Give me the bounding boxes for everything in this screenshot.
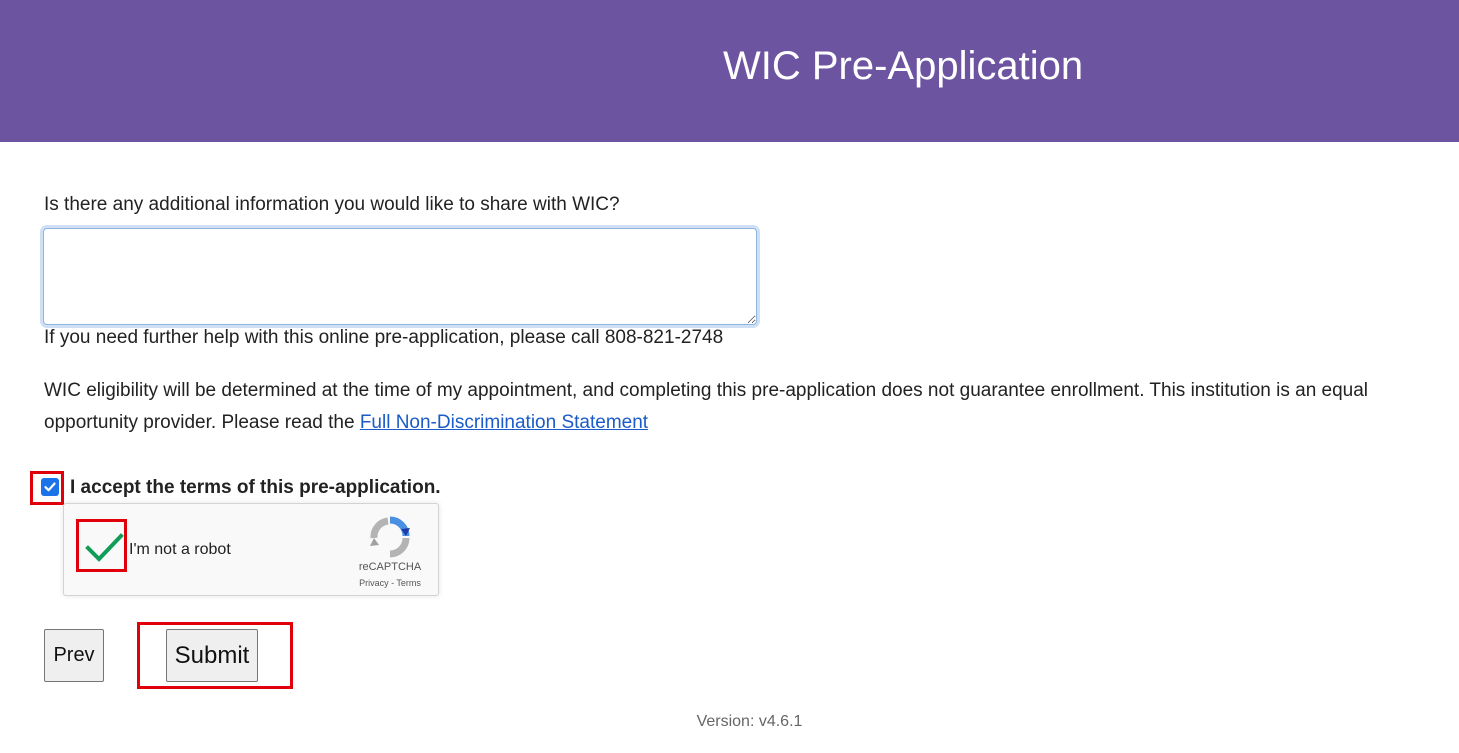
- version-label: Version: v4.6.1: [696, 713, 803, 730]
- additional-info-textarea[interactable]: [43, 228, 757, 325]
- recaptcha-label: I'm not a robot: [129, 541, 231, 558]
- prev-button[interactable]: Prev: [44, 629, 104, 682]
- accept-terms-checkbox[interactable]: [41, 478, 59, 496]
- recaptcha-brand: reCAPTCHA: [358, 561, 422, 573]
- eligibility-statement: WIC eligibility will be determined at th…: [44, 375, 1449, 439]
- page-title: WIC Pre-Application: [723, 44, 1084, 88]
- accept-terms-label: I accept the terms of this pre-applicati…: [70, 477, 441, 498]
- highlight-recaptcha-check: [76, 519, 127, 572]
- checkmark-icon: [44, 482, 56, 492]
- eligibility-text: WIC eligibility will be determined at th…: [44, 380, 1369, 433]
- help-text: If you need further help with this onlin…: [44, 327, 724, 348]
- additional-info-label: Is there any additional information you …: [44, 194, 620, 215]
- non-discrimination-link[interactable]: Full Non-Discrimination Statement: [360, 412, 648, 433]
- submit-button[interactable]: Submit: [166, 629, 258, 682]
- recaptcha-logo-icon: [368, 516, 412, 563]
- recaptcha-links[interactable]: Privacy - Terms: [332, 577, 448, 589]
- page-header: WIC Pre-Application: [0, 0, 1459, 142]
